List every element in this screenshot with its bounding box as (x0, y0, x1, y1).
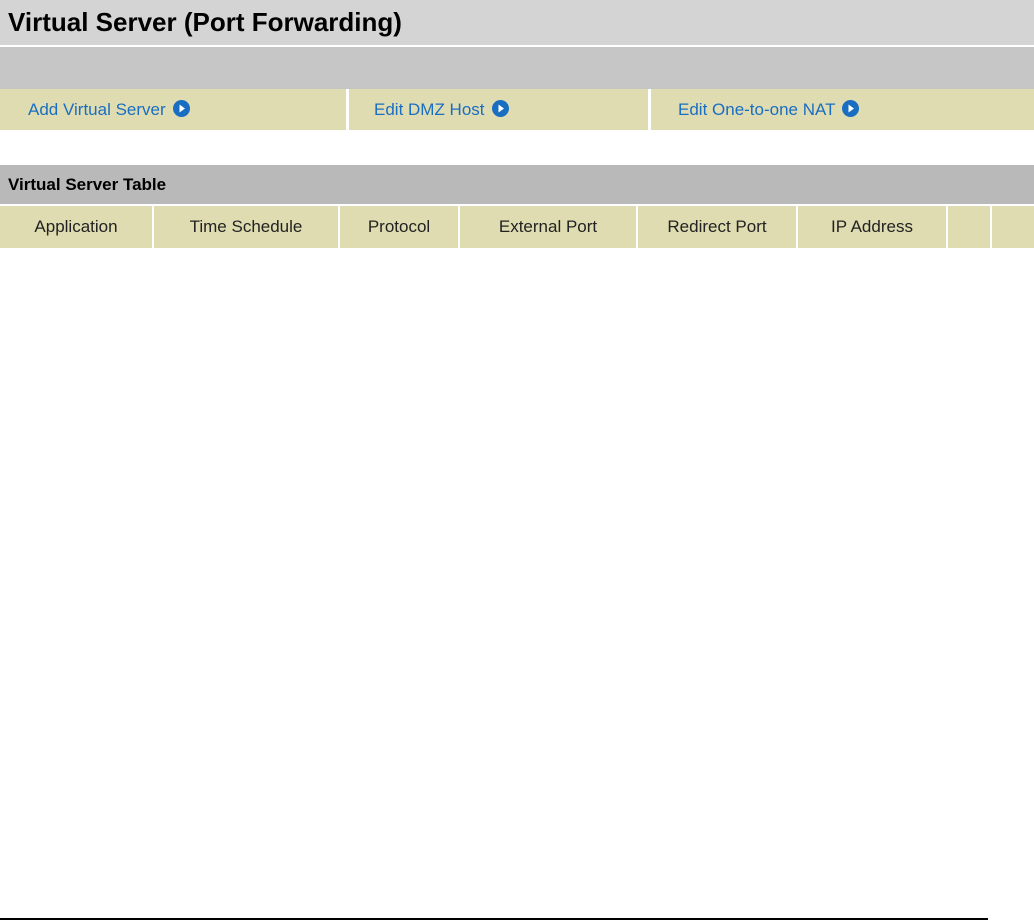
edit-one-to-one-nat-link[interactable]: Edit One-to-one NAT (678, 100, 835, 120)
column-header-application: Application (0, 206, 154, 248)
page-title: Virtual Server (Port Forwarding) (8, 7, 402, 37)
column-header-redirect-port: Redirect Port (638, 206, 798, 248)
table-column-headers: Application Time Schedule Protocol Exter… (0, 206, 1034, 248)
column-header-protocol: Protocol (340, 206, 460, 248)
edit-one-to-one-nat-cell: Edit One-to-one NAT (651, 89, 1034, 130)
column-header-delete (992, 206, 1034, 248)
circle-arrow-right-icon[interactable] (172, 100, 190, 117)
column-header-external-port: External Port (460, 206, 638, 248)
add-virtual-server-link[interactable]: Add Virtual Server (28, 100, 166, 120)
circle-arrow-right-icon[interactable] (842, 100, 860, 117)
column-header-time-schedule: Time Schedule (154, 206, 340, 248)
column-header-ip-address: IP Address (798, 206, 948, 248)
sub-header-bar (0, 47, 1034, 89)
edit-dmz-host-link[interactable]: Edit DMZ Host (374, 100, 485, 120)
footer-divider (0, 918, 988, 920)
page-title-bar: Virtual Server (Port Forwarding) (0, 0, 1034, 46)
circle-arrow-right-icon[interactable] (491, 100, 509, 117)
virtual-server-table-header: Virtual Server Table (0, 165, 1034, 204)
action-link-bar: Add Virtual Server Edit DMZ Host Edit On… (0, 89, 1034, 130)
edit-dmz-host-cell: Edit DMZ Host (349, 89, 651, 130)
table-title: Virtual Server Table (8, 175, 167, 194)
add-virtual-server-cell: Add Virtual Server (0, 89, 349, 130)
column-header-edit (948, 206, 992, 248)
